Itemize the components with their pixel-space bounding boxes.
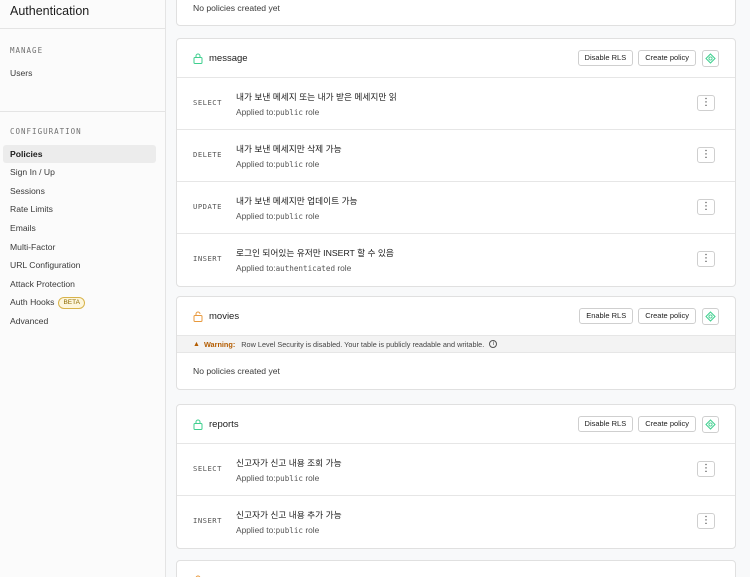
policy-name: 내가 보낸 메세지만 업데이트 가능 [236,196,358,206]
more-vertical-icon[interactable]: ⋮ [697,461,715,477]
create-policy-button[interactable]: Create policy [638,416,696,432]
beta-badge: BETA [58,297,85,310]
table-card-header: movies Enable RLS Create policy [177,297,735,336]
policy-role: authenticated [275,264,336,273]
table-card-header: reports Disable RLS Create policy [177,405,735,444]
policy-name: 로그인 되어있는 유저만 INSERT 할 수 있음 [236,248,394,258]
policy-row: INSERT 로그인 되어있는 유저만 INSERT 할 수 있음 Applie… [177,234,735,286]
create-policy-button[interactable]: Create policy [638,308,696,324]
table-card-movies: movies Enable RLS Create policy ▲ Warnin… [176,296,736,390]
more-vertical-icon[interactable]: ⋮ [697,95,715,111]
policy-command: INSERT [193,516,222,525]
manage-heading: MANAGE [10,46,44,55]
more-vertical-icon[interactable]: ⋮ [697,251,715,267]
warning-icon: ▲ [193,340,200,348]
configuration-heading: CONFIGURATION [10,126,82,136]
policy-role: public [275,474,304,483]
sidebar-title: Authentication [0,0,165,29]
table-name: movies [209,310,240,322]
unlock-icon [193,311,203,322]
table-card-header [177,561,735,577]
sidebar-item-multi-factor[interactable]: Multi-Factor [3,238,156,257]
sidebar-item-url-configuration[interactable]: URL Configuration [3,256,156,275]
policy-name: 내가 보낸 메세지만 삭제 가능 [236,144,342,154]
enable-rls-button[interactable]: Enable RLS [579,308,634,324]
warning-text: Row Level Security is disabled. Your tab… [241,339,485,349]
sidebar-item-sign-in-up[interactable]: Sign In / Up [3,163,156,182]
rls-warning-banner: ▲ Warning: Row Level Security is disable… [177,336,735,353]
sidebar-item-sessions[interactable]: Sessions [3,182,156,201]
more-vertical-icon[interactable]: ⋮ [697,513,715,529]
table-card-message: message Disable RLS Create policy SELECT… [176,38,736,287]
table-card-next [176,560,736,577]
policy-command: DELETE [193,150,222,159]
table-card-previous: No policies created yet [176,0,736,26]
policy-applied-to: Applied to:public role [236,473,320,483]
policy-applied-to: Applied to:public role [236,525,320,535]
policy-name: 신고자가 신고 내용 조회 가능 [236,458,342,468]
disable-rls-button[interactable]: Disable RLS [577,50,634,66]
sidebar-item-attack-protection[interactable]: Attack Protection [3,275,156,294]
policies-main: No policies created yet message Disable … [166,0,750,577]
sidebar-item-emails[interactable]: Emails [3,219,156,238]
policy-applied-to: Applied to:public role [236,159,320,169]
more-vertical-icon[interactable]: ⋮ [697,147,715,163]
sidebar-item-auth-hooks[interactable]: Auth Hooks BETA [3,293,156,312]
table-card-reports: reports Disable RLS Create policy SELECT… [176,404,736,549]
policy-applied-to: Applied to:authenticated role [236,263,352,273]
policy-name: 신고자가 신고 내용 추가 가능 [236,510,342,520]
sidebar: Authentication MANAGE Users CONFIGURATIO… [0,0,166,577]
policy-name: 내가 보낸 메세지 또는 내가 받은 메세지만 읽 [236,92,397,102]
policy-command: SELECT [193,464,222,473]
policy-applied-to: Applied to:public role [236,211,320,221]
create-policy-button[interactable]: Create policy [638,50,696,66]
empty-policies-text: No policies created yet [193,3,280,13]
policy-row: SELECT 내가 보낸 메세지 또는 내가 받은 메세지만 읽 Applied… [177,78,735,130]
shield-icon[interactable] [702,415,719,433]
policy-command: INSERT [193,254,222,263]
sidebar-item-rate-limits[interactable]: Rate Limits [3,200,156,219]
policy-role: public [275,160,304,169]
policy-role: public [275,212,304,221]
lock-icon [193,419,203,430]
policy-role: public [275,526,304,535]
policy-row: SELECT 신고자가 신고 내용 조회 가능 Applied to:publi… [177,444,735,496]
table-name: reports [209,418,239,430]
policy-row: UPDATE 내가 보낸 메세지만 업데이트 가능 Applied to:pub… [177,182,735,234]
shield-icon[interactable] [702,49,719,67]
sidebar-item-users[interactable]: Users [3,64,156,83]
info-icon[interactable]: i [489,340,498,348]
sidebar-item-advanced[interactable]: Advanced [3,312,156,331]
sidebar-item-policies[interactable]: Policies [3,144,156,164]
policy-role: public [275,108,304,117]
more-vertical-icon[interactable]: ⋮ [697,199,715,215]
table-card-header: message Disable RLS Create policy [177,39,735,78]
lock-icon [193,53,203,64]
shield-icon[interactable] [702,307,719,325]
empty-policies-text: No policies created yet [193,366,280,376]
sidebar-item-label: Auth Hooks [10,297,55,308]
disable-rls-button[interactable]: Disable RLS [577,416,634,432]
warning-label: Warning: [203,339,236,349]
policy-row: DELETE 내가 보낸 메세지만 삭제 가능 Applied to:publi… [177,130,735,182]
policy-applied-to: Applied to:public role [236,107,320,117]
policy-row: INSERT 신고자가 신고 내용 추가 가능 Applied to:publi… [177,496,735,548]
policy-command: SELECT [193,98,222,107]
table-name: message [209,52,248,64]
policy-command: UPDATE [193,202,222,211]
